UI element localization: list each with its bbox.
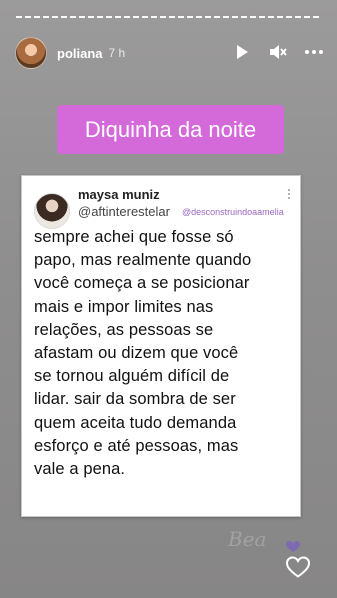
story-title-sticker: Diquinha da noite [57, 105, 284, 154]
watermark-logo: Bea [228, 527, 267, 551]
play-button[interactable] [231, 41, 253, 63]
heart-icon[interactable] [285, 555, 311, 579]
more-options-button[interactable] [303, 41, 325, 63]
tweet-screenshot: maysa muniz @aftinterestelar @desconstru… [21, 175, 301, 517]
play-icon [237, 45, 248, 59]
post-time: 7 h [108, 46, 126, 60]
tweet-text: sempre achei que fosse só papo, mas real… [34, 228, 252, 479]
credit-tag: @desconstruindoaamelia [182, 207, 284, 217]
tweet-avatar [34, 193, 70, 229]
tweet-author-name: maysa muniz [78, 187, 160, 202]
more-icon [305, 50, 323, 54]
tweet-author-handle: @aftinterestelar [78, 204, 170, 219]
tweet-menu-icon [287, 189, 291, 201]
heart-sticker-icon [286, 541, 300, 552]
mute-button[interactable] [267, 41, 289, 63]
username[interactable]: poliana [57, 46, 103, 61]
mute-icon [270, 45, 287, 59]
story-progress-bar [16, 16, 320, 18]
avatar[interactable] [15, 37, 47, 69]
story-header: poliana 7 h [15, 36, 325, 70]
story-viewer: poliana 7 h Diquinha da noite maysa muni… [0, 0, 337, 598]
